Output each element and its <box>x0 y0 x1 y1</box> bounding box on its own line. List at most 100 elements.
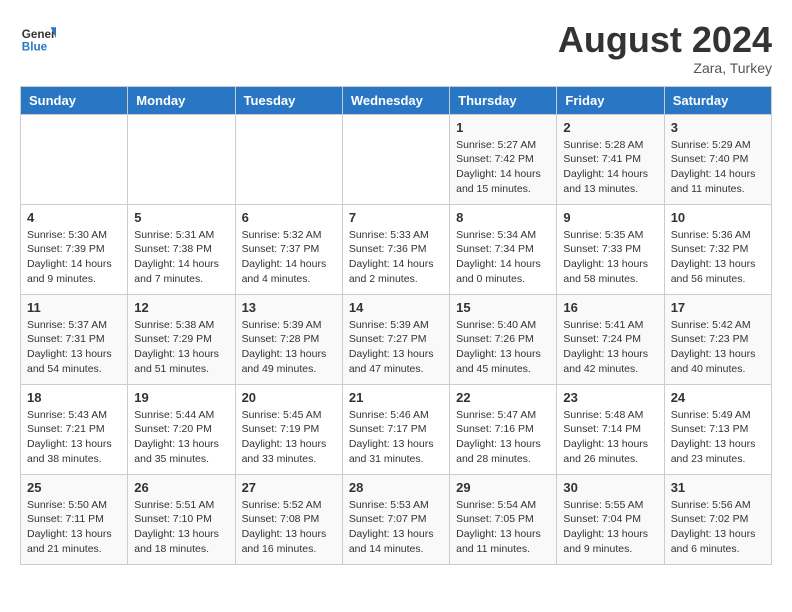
weekday-header-thursday: Thursday <box>450 86 557 114</box>
day-number: 27 <box>242 480 336 495</box>
weekday-header-wednesday: Wednesday <box>342 86 449 114</box>
calendar-cell: 9 Sunrise: 5:35 AMSunset: 7:33 PMDaylight… <box>557 204 664 294</box>
weekday-header-friday: Friday <box>557 86 664 114</box>
day-number: 14 <box>349 300 443 315</box>
calendar-cell: 10Sunrise: 5:36 AMSunset: 7:32 PMDayligh… <box>664 204 771 294</box>
svg-text:Blue: Blue <box>22 41 48 54</box>
day-info: Sunrise: 5:49 AMSunset: 7:13 PMDaylight:… <box>671 408 765 467</box>
day-info: Sunrise: 5:53 AMSunset: 7:07 PMDaylight:… <box>349 498 443 557</box>
title-block: August 2024 Zara, Turkey <box>558 20 772 76</box>
day-number: 23 <box>563 390 657 405</box>
calendar-week-3: 11 Sunrise: 5:37 AMSunset: 7:31 PMDayligh… <box>21 294 772 384</box>
day-number: 10 <box>671 210 765 225</box>
calendar-cell: 12 Sunrise: 5:38 AMSunset: 7:29 PMDayligh… <box>128 294 235 384</box>
weekday-header-saturday: Saturday <box>664 86 771 114</box>
calendar-week-4: 18 Sunrise: 5:43 AMSunset: 7:21 PMDayligh… <box>21 384 772 474</box>
day-info: Sunrise: 5:35 AMSunset: 7:33 PMDaylight:… <box>563 228 657 287</box>
day-number: 7 <box>349 210 443 225</box>
day-number: 18 <box>27 390 121 405</box>
calendar-cell: 18 Sunrise: 5:43 AMSunset: 7:21 PMDayligh… <box>21 384 128 474</box>
day-number: 9 <box>563 210 657 225</box>
svg-text:General: General <box>22 28 56 41</box>
day-number: 31 <box>671 480 765 495</box>
month-year-title: August 2024 <box>558 20 772 60</box>
day-number: 26 <box>134 480 228 495</box>
calendar-cell: 22Sunrise: 5:47 AMSunset: 7:16 PMDayligh… <box>450 384 557 474</box>
day-number: 20 <box>242 390 336 405</box>
calendar-cell: 14Sunrise: 5:39 AMSunset: 7:27 PMDayligh… <box>342 294 449 384</box>
calendar-cell: 15 Sunrise: 5:40 AMSunset: 7:26 PMDayligh… <box>450 294 557 384</box>
day-info: Sunrise: 5:33 AMSunset: 7:36 PMDaylight:… <box>349 228 443 287</box>
calendar-table: SundayMondayTuesdayWednesdayThursdayFrid… <box>20 86 772 565</box>
calendar-cell: 29 Sunrise: 5:54 AMSunset: 7:05 PMDayligh… <box>450 474 557 564</box>
day-info: Sunrise: 5:55 AMSunset: 7:04 PMDaylight:… <box>563 498 657 557</box>
day-number: 17 <box>671 300 765 315</box>
day-number: 30 <box>563 480 657 495</box>
calendar-cell: 23Sunrise: 5:48 AMSunset: 7:14 PMDayligh… <box>557 384 664 474</box>
calendar-cell: 21 Sunrise: 5:46 AMSunset: 7:17 PMDayligh… <box>342 384 449 474</box>
day-info: Sunrise: 5:52 AMSunset: 7:08 PMDaylight:… <box>242 498 336 557</box>
day-info: Sunrise: 5:54 AMSunset: 7:05 PMDaylight:… <box>456 498 550 557</box>
day-number: 25 <box>27 480 121 495</box>
day-info: Sunrise: 5:31 AMSunset: 7:38 PMDaylight:… <box>134 228 228 287</box>
calendar-cell: 2 Sunrise: 5:28 AMSunset: 7:41 PMDaylight… <box>557 114 664 204</box>
day-info: Sunrise: 5:39 AMSunset: 7:28 PMDaylight:… <box>242 318 336 377</box>
calendar-cell: 1 Sunrise: 5:27 AMSunset: 7:42 PMDaylight… <box>450 114 557 204</box>
day-info: Sunrise: 5:32 AMSunset: 7:37 PMDaylight:… <box>242 228 336 287</box>
weekday-header-tuesday: Tuesday <box>235 86 342 114</box>
calendar-cell: 31Sunrise: 5:56 AMSunset: 7:02 PMDayligh… <box>664 474 771 564</box>
day-info: Sunrise: 5:40 AMSunset: 7:26 PMDaylight:… <box>456 318 550 377</box>
calendar-cell <box>342 114 449 204</box>
calendar-cell: 27 Sunrise: 5:52 AMSunset: 7:08 PMDayligh… <box>235 474 342 564</box>
day-number: 15 <box>456 300 550 315</box>
day-number: 21 <box>349 390 443 405</box>
calendar-cell: 19 Sunrise: 5:44 AMSunset: 7:20 PMDayligh… <box>128 384 235 474</box>
day-number: 2 <box>563 120 657 135</box>
day-number: 19 <box>134 390 228 405</box>
page-header: General Blue August 2024 Zara, Turkey <box>20 20 772 76</box>
calendar-cell: 5 Sunrise: 5:31 AMSunset: 7:38 PMDaylight… <box>128 204 235 294</box>
day-number: 24 <box>671 390 765 405</box>
day-number: 13 <box>242 300 336 315</box>
day-info: Sunrise: 5:43 AMSunset: 7:21 PMDaylight:… <box>27 408 121 467</box>
calendar-week-1: 1 Sunrise: 5:27 AMSunset: 7:42 PMDaylight… <box>21 114 772 204</box>
day-info: Sunrise: 5:38 AMSunset: 7:29 PMDaylight:… <box>134 318 228 377</box>
day-info: Sunrise: 5:41 AMSunset: 7:24 PMDaylight:… <box>563 318 657 377</box>
calendar-cell <box>128 114 235 204</box>
day-number: 11 <box>27 300 121 315</box>
calendar-cell: 25 Sunrise: 5:50 AMSunset: 7:11 PMDayligh… <box>21 474 128 564</box>
calendar-cell <box>21 114 128 204</box>
day-info: Sunrise: 5:45 AMSunset: 7:19 PMDaylight:… <box>242 408 336 467</box>
day-info: Sunrise: 5:28 AMSunset: 7:41 PMDaylight:… <box>563 138 657 197</box>
calendar-cell: 16Sunrise: 5:41 AMSunset: 7:24 PMDayligh… <box>557 294 664 384</box>
day-number: 29 <box>456 480 550 495</box>
day-info: Sunrise: 5:46 AMSunset: 7:17 PMDaylight:… <box>349 408 443 467</box>
calendar-cell: 8Sunrise: 5:34 AMSunset: 7:34 PMDaylight… <box>450 204 557 294</box>
day-number: 3 <box>671 120 765 135</box>
weekday-header-sunday: Sunday <box>21 86 128 114</box>
day-number: 5 <box>134 210 228 225</box>
calendar-cell: 3Sunrise: 5:29 AMSunset: 7:40 PMDaylight… <box>664 114 771 204</box>
day-info: Sunrise: 5:37 AMSunset: 7:31 PMDaylight:… <box>27 318 121 377</box>
calendar-cell <box>235 114 342 204</box>
calendar-cell: 24 Sunrise: 5:49 AMSunset: 7:13 PMDayligh… <box>664 384 771 474</box>
calendar-cell: 17Sunrise: 5:42 AMSunset: 7:23 PMDayligh… <box>664 294 771 384</box>
logo: General Blue <box>20 20 56 56</box>
day-number: 28 <box>349 480 443 495</box>
calendar-cell: 26Sunrise: 5:51 AMSunset: 7:10 PMDayligh… <box>128 474 235 564</box>
calendar-cell: 13 Sunrise: 5:39 AMSunset: 7:28 PMDayligh… <box>235 294 342 384</box>
day-info: Sunrise: 5:47 AMSunset: 7:16 PMDaylight:… <box>456 408 550 467</box>
calendar-week-2: 4Sunrise: 5:30 AMSunset: 7:39 PMDaylight… <box>21 204 772 294</box>
day-number: 8 <box>456 210 550 225</box>
day-number: 1 <box>456 120 550 135</box>
calendar-week-5: 25 Sunrise: 5:50 AMSunset: 7:11 PMDayligh… <box>21 474 772 564</box>
day-number: 12 <box>134 300 228 315</box>
day-info: Sunrise: 5:44 AMSunset: 7:20 PMDaylight:… <box>134 408 228 467</box>
day-info: Sunrise: 5:50 AMSunset: 7:11 PMDaylight:… <box>27 498 121 557</box>
weekday-header-monday: Monday <box>128 86 235 114</box>
location-subtitle: Zara, Turkey <box>558 60 772 76</box>
calendar-cell: 4Sunrise: 5:30 AMSunset: 7:39 PMDaylight… <box>21 204 128 294</box>
calendar-header-row: SundayMondayTuesdayWednesdayThursdayFrid… <box>21 86 772 114</box>
day-info: Sunrise: 5:27 AMSunset: 7:42 PMDaylight:… <box>456 138 550 197</box>
day-number: 4 <box>27 210 121 225</box>
